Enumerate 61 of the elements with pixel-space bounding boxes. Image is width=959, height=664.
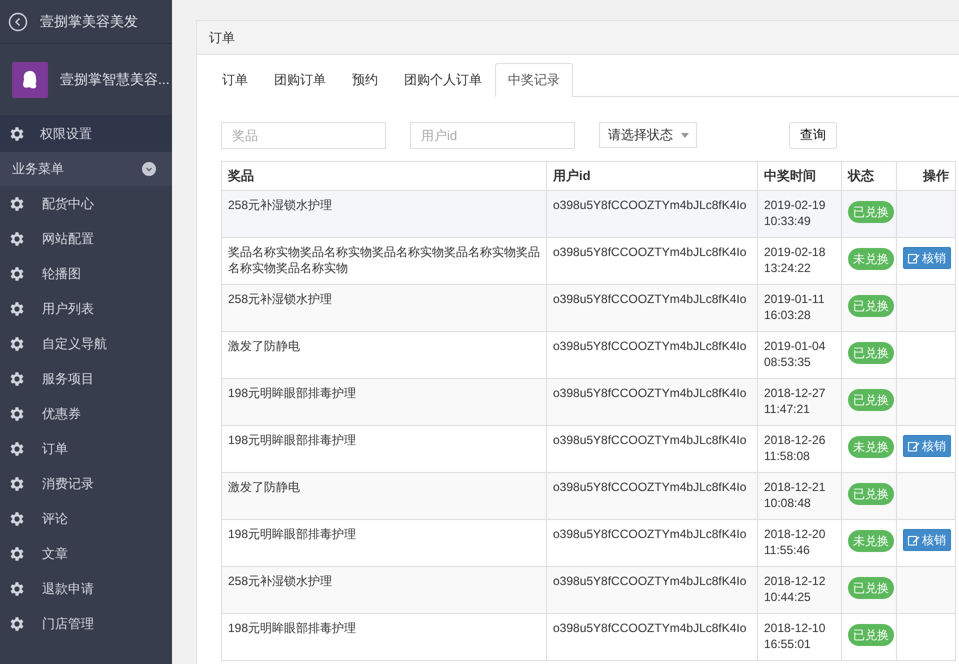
sidebar-item[interactable]: 配货中心 [0, 186, 172, 221]
column-header: 用户id [546, 162, 758, 190]
gear-icon [8, 404, 26, 422]
status-label: 未兑换 [848, 436, 894, 458]
app-title: 壹捌掌美容美发 [40, 12, 138, 30]
sidebar-item[interactable]: 文章 [0, 536, 172, 571]
status-label: 已兑换 [848, 483, 894, 505]
verify-button[interactable]: 核销 [903, 435, 951, 457]
sidebar-item[interactable]: 订单 [0, 431, 172, 466]
status-label: 已兑换 [848, 577, 894, 599]
edit-icon [908, 440, 920, 452]
gear-icon [8, 300, 26, 318]
query-button[interactable]: 查询 [789, 122, 837, 148]
sidebar-item[interactable]: 门店管理 [0, 606, 172, 641]
sidebar-item[interactable]: 服务项目 [0, 361, 172, 396]
status-label: 已兑换 [848, 342, 894, 364]
gear-icon [8, 580, 26, 598]
gear-icon [8, 334, 26, 352]
gear-icon [8, 544, 26, 562]
sidebar-item[interactable]: 自定义导航 [0, 326, 172, 361]
status-select[interactable]: 请选择状态 [599, 122, 697, 148]
gear-icon [8, 440, 26, 458]
brand-logo [12, 62, 48, 98]
sidebar-item[interactable]: 轮播图 [0, 256, 172, 291]
top-menu-item[interactable]: 权限设置 [0, 115, 172, 152]
gear-icon [8, 510, 26, 528]
status-label: 已兑换 [848, 295, 894, 317]
status-label: 已兑换 [848, 624, 894, 646]
sidebar-item[interactable]: 退款申请 [0, 571, 172, 606]
caret-icon [681, 132, 689, 138]
gear-icon [8, 230, 26, 248]
status-label: 未兑换 [848, 248, 894, 270]
status-label: 未兑换 [848, 530, 894, 552]
verify-button[interactable]: 核销 [903, 247, 951, 269]
menu-section-header[interactable]: 业务菜单 [0, 152, 172, 186]
gear-icon [8, 194, 26, 212]
verify-button[interactable]: 核销 [903, 529, 951, 551]
date-time-cell: 2018-12-10 16:55:01 [758, 614, 842, 660]
gear-icon [8, 474, 26, 492]
column-header: 奖品 [222, 162, 546, 190]
sidebar-item[interactable]: 优惠券 [0, 396, 172, 431]
status-label: 已兑换 [848, 201, 894, 223]
gear-icon [8, 614, 26, 632]
user-id-cell: o398u5Y8fCCOOZTYm4bJLc8fK4Io [546, 614, 758, 660]
prize-input-field[interactable]: 奖品 [221, 122, 386, 148]
edit-icon [908, 252, 920, 264]
gear-icon [8, 264, 26, 282]
sidebar-item[interactable]: 网站配置 [0, 221, 172, 256]
edit-icon [908, 534, 920, 546]
sidebar-item[interactable]: 用户列表 [0, 291, 172, 326]
prize-cell: 198元明眸眼部排毒护理 [222, 614, 546, 660]
sidebar-item[interactable]: 消费记录 [0, 466, 172, 501]
status-label: 已兑换 [848, 389, 894, 411]
brand-name: 壹捌掌智慧美容... [60, 70, 170, 88]
panel-title: 订单 [197, 21, 959, 55]
sidebar-item[interactable]: 评论 [0, 501, 172, 536]
back-icon[interactable] [8, 12, 28, 32]
user-id-input-field[interactable]: 用户id [410, 122, 575, 148]
gear-icon [8, 124, 26, 142]
gear-icon [8, 370, 26, 388]
tab[interactable]: 中奖记录 [495, 63, 573, 97]
